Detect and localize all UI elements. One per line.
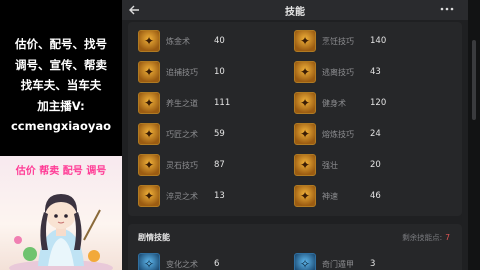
- skill-name: 炼金术: [166, 36, 190, 46]
- more-dots-icon[interactable]: [440, 0, 454, 16]
- transform-icon: ✧: [138, 253, 160, 270]
- skill-level: 24: [370, 129, 381, 139]
- remaining-points: 剩余技能点: 7: [402, 232, 450, 243]
- scroll-thumb[interactable]: [472, 40, 476, 120]
- skill-level: 10: [214, 67, 225, 77]
- quench-icon: ✦: [138, 185, 160, 207]
- skill-name: 熔炼技巧: [322, 129, 354, 139]
- skill-item[interactable]: ✦ 养生之道 111: [138, 91, 230, 115]
- fitness-icon: ✦: [294, 92, 316, 114]
- life-skills-panel: ✦ 炼金术 40 ✦ 烹饪技巧 140 ✦ 追捕技巧 10 ✦ 逃离技巧 43 …: [128, 22, 462, 216]
- cooking-icon: ✦: [294, 30, 316, 52]
- promo-text: 估价、配号、找号 调号、宣传、帮卖 找车夫、当车夫 加主播V: ccmengxi…: [0, 34, 122, 137]
- skill-level: 111: [214, 98, 231, 108]
- skill-item[interactable]: ✦ 熔炼技巧 24: [294, 122, 381, 146]
- skill-level: 59: [214, 129, 225, 139]
- skill-item[interactable]: ✦ 烹饪技巧 140: [294, 29, 386, 53]
- skills-screen: 技能 ✦ 炼金术 40 ✦ 烹饪技巧 140 ✦ 追捕技巧 10 ✦ 逃离技巧 …: [122, 0, 468, 270]
- plot-skills-panel: 剧情技能 剩余技能点: 7 ✧ 变化之术 6 ✧ 奇门遁甲 3: [128, 224, 462, 270]
- skill-name: 健身术: [322, 98, 346, 108]
- skill-level: 120: [370, 98, 387, 108]
- skill-name: 灵石技巧: [166, 160, 198, 170]
- skill-item[interactable]: ✦ 逃离技巧 43: [294, 60, 381, 84]
- skill-level: 13: [214, 191, 225, 201]
- skill-name: 巧匠之术: [166, 129, 198, 139]
- promo-line: 估价、配号、找号: [15, 37, 107, 51]
- escape-icon: ✦: [294, 61, 316, 83]
- skill-level: 43: [370, 67, 381, 77]
- spirit-stone-icon: ✦: [138, 154, 160, 176]
- promo-line: ccmengxiaoyao: [10, 119, 111, 133]
- skill-item[interactable]: ✦ 灵石技巧 87: [138, 153, 225, 177]
- skill-name: 烹饪技巧: [322, 36, 354, 46]
- top-bar: 技能: [122, 0, 468, 20]
- promo-illustration: 估价 帮卖 配号 调号: [0, 156, 122, 270]
- skill-item[interactable]: ✦ 神速 46: [294, 184, 381, 208]
- alchemy-icon: ✦: [138, 30, 160, 52]
- skill-level: 46: [370, 191, 381, 201]
- skill-name: 养生之道: [166, 98, 198, 108]
- page-title: 技能: [285, 7, 305, 18]
- strength-icon: ✦: [294, 154, 316, 176]
- skill-item[interactable]: ✧ 奇门遁甲 3: [294, 252, 375, 270]
- skill-level: 20: [370, 160, 381, 170]
- remaining-points-label: 剩余技能点:: [402, 233, 443, 242]
- qimen-icon: ✧: [294, 253, 316, 270]
- promo-panel: 估价、配号、找号 调号、宣传、帮卖 找车夫、当车夫 加主播V: ccmengxi…: [0, 0, 122, 270]
- character-illustration: [9, 194, 113, 270]
- skill-name: 追捕技巧: [166, 67, 198, 77]
- speed-icon: ✦: [294, 185, 316, 207]
- skill-item[interactable]: ✦ 巧匠之术 59: [138, 122, 225, 146]
- health-icon: ✦: [138, 92, 160, 114]
- skill-level: 87: [214, 160, 225, 170]
- skill-name: 变化之术: [166, 259, 198, 269]
- skill-name: 奇门遁甲: [322, 259, 354, 269]
- skill-name: 淬灵之术: [166, 191, 198, 201]
- skill-level: 40: [214, 36, 225, 46]
- remaining-points-value: 7: [445, 233, 450, 242]
- skill-level: 140: [370, 36, 387, 46]
- skill-name: 逃离技巧: [322, 67, 354, 77]
- skill-item[interactable]: ✦ 炼金术 40: [138, 29, 225, 53]
- craftsman-icon: ✦: [138, 123, 160, 145]
- skill-item[interactable]: ✦ 强壮 20: [294, 153, 381, 177]
- skill-item[interactable]: ✧ 变化之术 6: [138, 252, 219, 270]
- skill-name: 强壮: [322, 160, 338, 170]
- skill-item[interactable]: ✦ 淬灵之术 13: [138, 184, 225, 208]
- promo-line: 调号、宣传、帮卖: [15, 57, 107, 72]
- skill-name: 神速: [322, 191, 338, 201]
- promo-line: 找车夫、当车夫: [20, 78, 102, 92]
- skill-item[interactable]: ✦ 健身术 120: [294, 91, 386, 115]
- section-title: 剧情技能: [138, 233, 170, 242]
- smelting-icon: ✦: [294, 123, 316, 145]
- pursuit-icon: ✦: [138, 61, 160, 83]
- scrollbar[interactable]: [468, 0, 480, 270]
- skill-level: 3: [370, 259, 376, 269]
- promo-line: 加主播V:: [37, 98, 85, 113]
- skill-level: 6: [214, 259, 220, 269]
- skill-item[interactable]: ✦ 追捕技巧 10: [138, 60, 225, 84]
